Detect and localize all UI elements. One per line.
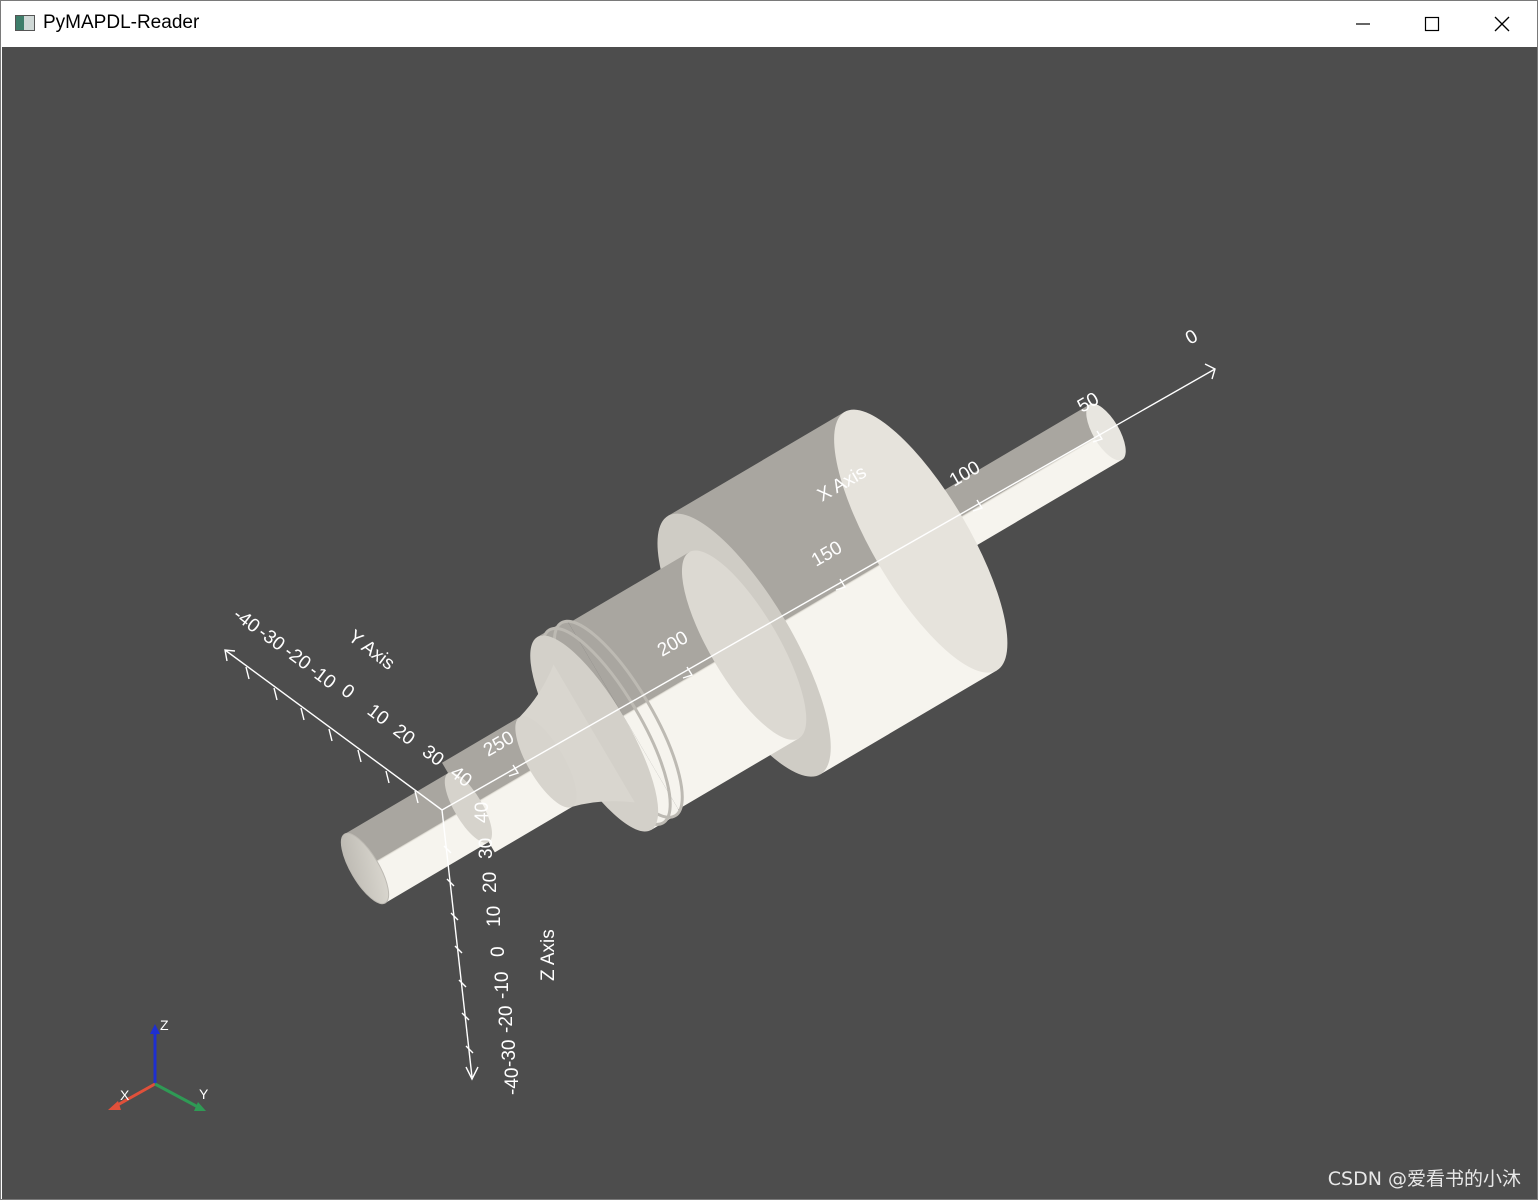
z-tick-neg10: -10 — [492, 972, 513, 999]
y-tick-30: 30 — [418, 741, 448, 770]
widget-y-label: Y — [199, 1086, 209, 1102]
y-tick-neg30: -30 — [254, 622, 289, 655]
y-tick-10: 10 — [363, 700, 393, 729]
z-tick-neg30: -30 — [499, 1040, 520, 1067]
x-tick-0: 0 — [1182, 326, 1202, 349]
z-tick-0: 0 — [488, 946, 509, 957]
z-tick-30: 30 — [476, 838, 497, 859]
z-tick-neg20: -20 — [496, 1006, 517, 1033]
render-viewport[interactable]: X Axis Y Axis Z Axis 0 50 100 150 200 25… — [2, 47, 1537, 1199]
minimize-button[interactable] — [1328, 1, 1398, 47]
app-icon — [15, 15, 35, 31]
y-tick-neg10: -10 — [305, 660, 340, 693]
minimize-icon — [1356, 23, 1370, 25]
widget-z-label: Z — [160, 1017, 169, 1033]
close-icon — [1494, 16, 1510, 32]
watermark-text: CSDN @爱看书的小沐 — [1327, 1168, 1521, 1190]
z-tick-20: 20 — [480, 872, 501, 893]
z-tick-neg40: -40 — [502, 1068, 523, 1095]
app-window: PyMAPDL-Reader X Axis Y Axis Z Axis 0 50… — [0, 0, 1538, 1200]
z-axis-title: Z Axis — [538, 929, 559, 981]
window-title: PyMAPDL-Reader — [43, 12, 200, 33]
title-bar[interactable]: PyMAPDL-Reader — [1, 1, 1537, 47]
orientation-widget[interactable]: Z X Y — [108, 1017, 209, 1111]
z-tick-40: 40 — [472, 802, 493, 823]
shaft-model[interactable] — [277, 296, 1194, 1005]
widget-x-label: X — [120, 1087, 130, 1103]
3d-scene[interactable]: X Axis Y Axis Z Axis 0 50 100 150 200 25… — [2, 47, 1537, 1199]
y-tick-20: 20 — [389, 720, 419, 749]
z-tick-10: 10 — [484, 906, 505, 927]
y-tick-0: 0 — [337, 680, 358, 703]
y-tick-neg20: -20 — [280, 641, 315, 674]
y-arrow — [154, 1082, 199, 1109]
close-button[interactable] — [1467, 1, 1537, 47]
y-axis-title: Y Axis — [344, 626, 399, 674]
maximize-icon — [1424, 16, 1440, 32]
maximize-button[interactable] — [1397, 1, 1467, 47]
